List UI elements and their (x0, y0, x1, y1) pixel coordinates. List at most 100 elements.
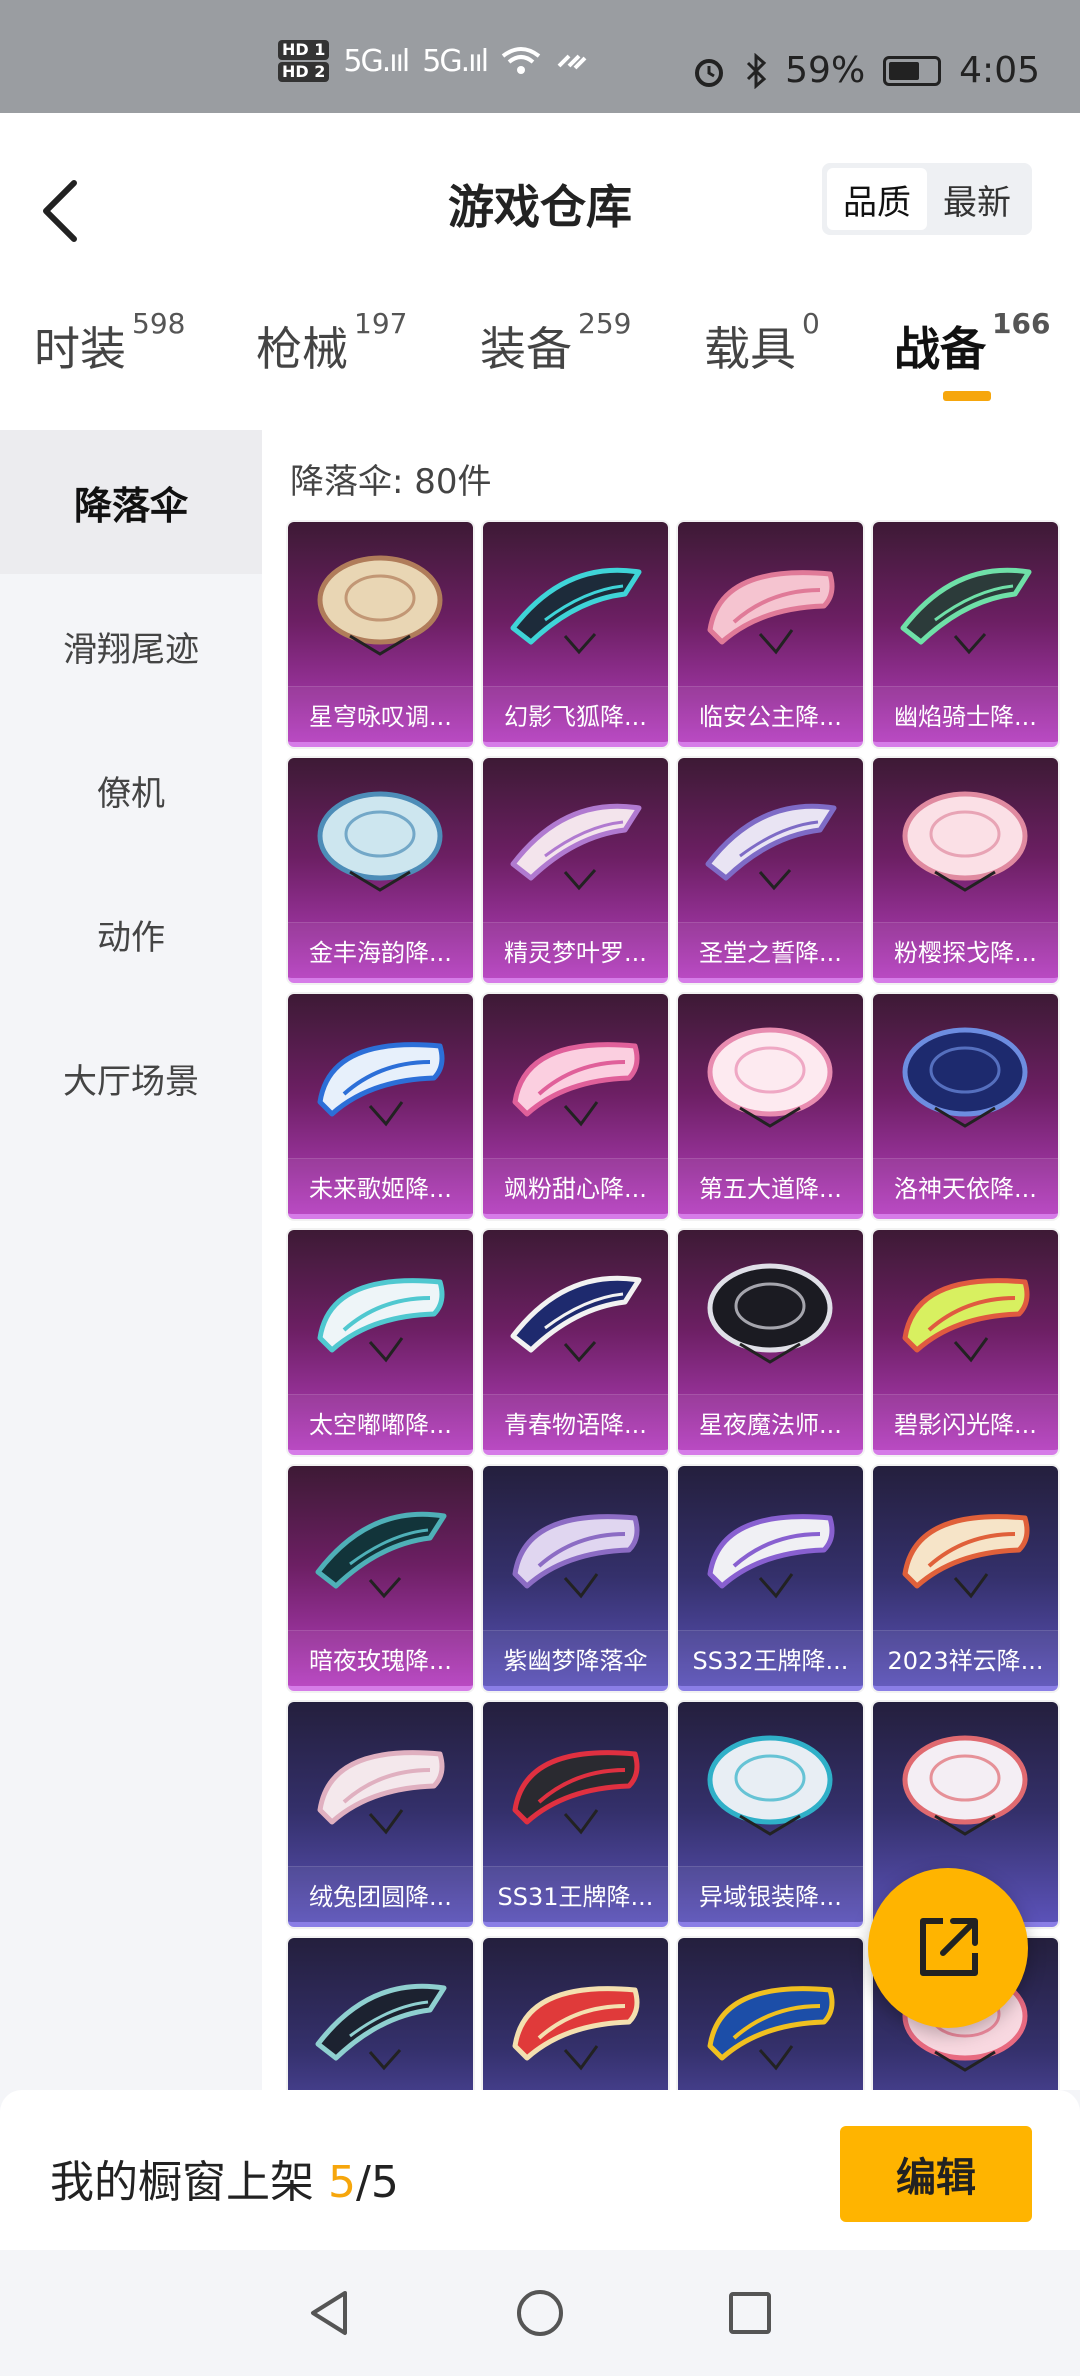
parachute-icon (510, 567, 642, 655)
sort-option-latest[interactable]: 最新 (927, 168, 1027, 230)
parachute-name: 圣堂之誓降... (678, 922, 863, 978)
parachute-icon (317, 1750, 445, 1835)
parachute-name: SS31王牌降... (483, 1866, 668, 1922)
parachute-card[interactable]: 紫幽梦降落伞 (483, 1466, 668, 1691)
parachute-card[interactable]: 暗夜玫瑰降... (288, 1466, 473, 1691)
sidebar-item-lobby-scene[interactable]: 大厅场景 (0, 1006, 262, 1150)
parachute-icon (315, 1511, 447, 1599)
parachute-icon (707, 1735, 833, 1836)
parachute-card[interactable]: 金丰海韵降... (288, 758, 473, 983)
parachute-card[interactable]: 洛神天依降... (873, 994, 1058, 1219)
parachute-card[interactable] (483, 1938, 668, 2090)
parachute-name: 临安公主降... (678, 686, 863, 742)
parachute-icon (317, 1278, 445, 1363)
wifi-icon (501, 47, 541, 74)
parachute-icon (317, 791, 443, 892)
tab-count: 166 (992, 307, 1051, 340)
parachute-icon (705, 803, 837, 891)
parachute-name: 太空嘟嘟降... (288, 1394, 473, 1450)
parachute-card[interactable]: 绒兔团圆降... (288, 1702, 473, 1927)
parachute-card[interactable]: 幻影飞狐降... (483, 522, 668, 747)
hd-badge-1: HD 1 (278, 40, 330, 60)
sidebar-item-glide-trail[interactable]: 滑翔尾迹 (0, 574, 262, 718)
share-button[interactable] (868, 1868, 1028, 2028)
parachute-name: 星夜魔法师... (678, 1394, 863, 1450)
parachute-card[interactable]: 精灵梦叶罗... (483, 758, 668, 983)
showcase-total: /5 (356, 2157, 399, 2208)
showcase-current: 5 (328, 2157, 356, 2208)
parachute-name: 飒粉甜心降... (483, 1158, 668, 1214)
parachute-icon (707, 1027, 833, 1128)
parachute-name: 绒兔团圆降... (288, 1866, 473, 1922)
sort-option-quality[interactable]: 品质 (827, 168, 927, 230)
sidebar-item-parachute[interactable]: 降落伞 (0, 430, 262, 574)
parachute-card[interactable]: 第五大道降... (678, 994, 863, 1219)
home-nav-icon[interactable] (515, 2288, 565, 2338)
status-bar: HD 1 HD 2 5G.ııl 5G.ııl 59% 4:05 (0, 0, 1080, 113)
signal-icon-2: 5G.ııl (422, 43, 489, 79)
parachute-card[interactable]: 星夜魔法师... (678, 1230, 863, 1455)
alarm-icon (695, 58, 724, 87)
tab-count: 259 (578, 307, 632, 340)
parachute-card[interactable]: 临安公主降... (678, 522, 863, 747)
back-nav-icon[interactable] (305, 2288, 355, 2338)
parachute-card[interactable]: 未来歌姬降... (288, 994, 473, 1219)
parachute-name: 精灵梦叶罗... (483, 922, 668, 978)
sidebar-item-wingman[interactable]: 僚机 (0, 718, 262, 862)
edit-button[interactable]: 编辑 (840, 2126, 1032, 2222)
parachute-icon (900, 567, 1032, 655)
parachute-card[interactable] (288, 1938, 473, 2090)
sort-toggle: 品质 最新 (822, 163, 1032, 235)
parachute-card[interactable]: 圣堂之誓降... (678, 758, 863, 983)
parachute-name: 幽焰骑士降... (873, 686, 1058, 742)
parachute-icon (902, 1735, 1028, 1836)
clock: 4:05 (959, 50, 1040, 91)
tab-firearms[interactable]: 枪械 197 (256, 307, 407, 379)
tab-label: 枪械 (256, 322, 348, 376)
tab-supplies[interactable]: 战备 166 (894, 307, 1050, 379)
system-nav-bar (0, 2250, 1080, 2376)
parachute-icon (315, 1983, 447, 2071)
sidebar: 降落伞 滑翔尾迹 僚机 动作 大厅场景 (0, 430, 262, 2090)
status-right: 59% 4:05 (691, 50, 1040, 91)
parachute-icon (707, 570, 835, 655)
parachute-card[interactable]: 星穹咏叹调... (288, 522, 473, 747)
tab-fashion[interactable]: 时装 598 (34, 307, 185, 379)
parachute-card[interactable]: 太空嘟嘟降... (288, 1230, 473, 1455)
link-icon (557, 54, 587, 70)
tab-count: 197 (354, 307, 408, 340)
tab-vehicles[interactable]: 载具 0 (704, 307, 820, 379)
parachute-icon (510, 803, 642, 891)
active-tab-indicator (943, 391, 991, 401)
sidebar-item-emote[interactable]: 动作 (0, 862, 262, 1006)
tab-equipment[interactable]: 装备 259 (480, 307, 631, 379)
parachute-card[interactable]: 飒粉甜心降... (483, 994, 668, 1219)
parachute-card[interactable]: 幽焰骑士降... (873, 522, 1058, 747)
parachute-card[interactable]: 碧影闪光降... (873, 1230, 1058, 1455)
parachute-name: 洛神天依降... (873, 1158, 1058, 1214)
parachute-name: 幻影飞狐降... (483, 686, 668, 742)
parachute-card[interactable]: SS32王牌降... (678, 1466, 863, 1691)
showcase-bar: 我的橱窗上架 5/5 编辑 (0, 2090, 1080, 2250)
parachute-name: 紫幽梦降落伞 (483, 1630, 668, 1686)
item-grid: 星穹咏叹调... 幻影飞狐降... 临安公主降... 幽焰骑士降... 金丰海韵… (288, 522, 1058, 2090)
battery-icon (883, 55, 942, 86)
parachute-name: 2023祥云降... (873, 1630, 1058, 1686)
parachute-icon (512, 1042, 640, 1127)
showcase-status: 我的橱窗上架 5/5 (50, 2146, 399, 2210)
parachute-card[interactable]: 异域银装降... (678, 1702, 863, 1927)
showcase-label: 我的橱窗上架 (50, 2157, 314, 2208)
parachute-card[interactable]: 青春物语降... (483, 1230, 668, 1455)
parachute-name: 碧影闪光降... (873, 1394, 1058, 1450)
parachute-card[interactable]: 粉樱探戈降... (873, 758, 1058, 983)
parachute-icon (707, 1263, 833, 1364)
recents-nav-icon[interactable] (725, 2288, 775, 2338)
parachute-card[interactable]: SS31王牌降... (483, 1702, 668, 1927)
hd-badges: HD 1 HD 2 (278, 40, 330, 82)
parachute-icon (317, 1042, 445, 1127)
category-tabs: 时装 598 枪械 197 装备 259 载具 0 战备 166 (0, 307, 1080, 423)
parachute-icon (512, 1514, 640, 1599)
parachute-card[interactable]: 2023祥云降... (873, 1466, 1058, 1691)
parachute-card[interactable] (678, 1938, 863, 2090)
external-link-icon (920, 1918, 978, 1976)
